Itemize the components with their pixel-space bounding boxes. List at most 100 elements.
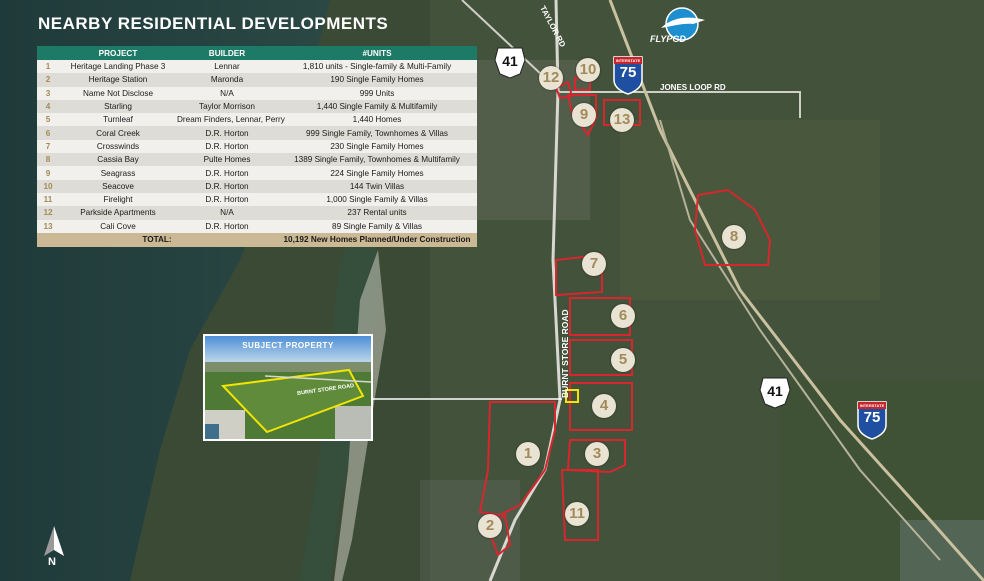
row-builder: D.R. Horton: [205, 128, 249, 138]
row-number: 13: [43, 221, 53, 231]
table-row: 11 Firelight D.R. Horton 1,000 Single Famil…: [37, 192, 477, 207]
row-units: 1,440 Single Family & Multifamily: [316, 102, 438, 112]
row-number: 10: [43, 181, 53, 191]
i75-bottom-number: 75: [863, 409, 881, 426]
table-row: 6 Coral Creek D.R. Horton 999 Single Family…: [37, 126, 477, 140]
row-builder: Pulte Homes: [203, 155, 251, 165]
marker-13[interactable]: 13: [610, 108, 634, 132]
marker-8[interactable]: 8: [722, 225, 746, 249]
table-row: 13 Cali Cove D.R. Horton 89 Single Family &…: [37, 219, 477, 233]
table-body: 1 Heritage Landing Phase 3 Lennar 1,810 uni…: [37, 60, 477, 233]
marker-7[interactable]: 7: [582, 252, 606, 276]
marker-10[interactable]: 10: [576, 58, 600, 82]
marker-2[interactable]: 2: [478, 514, 502, 538]
header-project: PROJECT: [98, 48, 138, 58]
us41-top-number: 41: [502, 53, 518, 69]
row-units: 237 Rental units: [347, 208, 407, 218]
row-builder: D.R. Horton: [205, 221, 249, 231]
row-number: 4: [45, 102, 51, 112]
row-number: 11: [43, 195, 53, 205]
subject-property-inset[interactable]: SUBJECT PROPERTY BURNT STORE ROAD: [203, 334, 373, 441]
marker-12[interactable]: 12: [539, 66, 563, 90]
row-builder: N/A: [220, 208, 234, 218]
developments-table: PROJECT BUILDER #UNITS 1 Heritage Landing…: [37, 46, 477, 247]
table-row: 4 Starling Taylor Morrison 1,440 Single Fam…: [37, 99, 477, 114]
row-number: 6: [45, 128, 51, 138]
table-row: 2 Heritage Station Maronda 190 Single Famil…: [37, 73, 477, 87]
row-number: 9: [45, 168, 51, 178]
header-units: #UNITS: [362, 48, 392, 58]
row-number: 3: [45, 88, 51, 98]
row-units: 144 Twin Villas: [349, 181, 405, 191]
table-row: 12 Parkside Apartments N/A 237 Rental units: [37, 206, 477, 220]
row-number: 5: [45, 115, 51, 125]
table-header: PROJECT BUILDER #UNITS: [37, 46, 477, 60]
flypgd-logo: [661, 7, 705, 41]
row-project: Firelight: [103, 195, 133, 205]
marker-3[interactable]: 3: [585, 442, 609, 466]
row-units: 190 Single Family Homes: [330, 75, 424, 85]
i75-top-word: INTERSTATE: [615, 58, 641, 63]
marker-4[interactable]: 4: [592, 394, 616, 418]
table-total-row: TOTAL: 10,192 New Homes Planned/Under Co…: [37, 232, 477, 247]
row-project: Seagrass: [100, 168, 136, 178]
row-number: 2: [45, 75, 51, 85]
marker-6[interactable]: 6: [611, 304, 635, 328]
row-builder: Dream Finders, Lennar, Perry: [177, 115, 285, 125]
row-units: 230 Single Family Homes: [330, 141, 424, 151]
jones-loop-road-label: JONES LOOP RD: [660, 83, 726, 92]
row-number: 1: [45, 62, 51, 72]
row-number: 7: [45, 141, 51, 151]
header-builder: BUILDER: [208, 48, 246, 58]
row-project: Cali Cove: [100, 221, 136, 231]
table-row: 1 Heritage Landing Phase 3 Lennar 1,810 uni…: [37, 60, 477, 74]
table-row: 8 Cassia Bay Pulte Homes 1389 Single Family…: [37, 153, 477, 167]
row-project: Seacove: [102, 181, 134, 191]
table-row: 3 Name Not Disclose N/A 999 Units: [37, 86, 477, 100]
row-builder: Maronda: [210, 75, 244, 85]
row-units: 1,810 units - Single-family & Multi-Fami…: [302, 62, 452, 72]
marker-9[interactable]: 9: [572, 103, 596, 127]
total-label: TOTAL:: [142, 235, 172, 245]
table-row: 7 Crosswinds D.R. Horton 230 Single Family …: [37, 139, 477, 154]
row-builder: D.R. Horton: [205, 168, 249, 178]
row-units: 89 Single Family & Villas: [332, 221, 422, 231]
marker-1[interactable]: 1: [516, 442, 540, 466]
row-units: 1389 Single Family, Townhomes & Multifam…: [294, 155, 460, 165]
inset-title: SUBJECT PROPERTY: [242, 341, 334, 350]
row-project: Turnleaf: [103, 115, 133, 125]
i75-top-number: 75: [619, 64, 637, 81]
north-label: N: [48, 556, 56, 568]
row-units: 1,000 Single Family & Villas: [326, 195, 428, 205]
row-builder: D.R. Horton: [205, 195, 249, 205]
i75-bottom-word: INTERSTATE: [859, 403, 885, 408]
marker-5[interactable]: 5: [611, 348, 635, 372]
row-units: 224 Single Family Homes: [330, 168, 424, 178]
row-project: Starling: [104, 102, 132, 112]
page-title: NEARBY RESIDENTIAL DEVELOPMENTS: [38, 14, 389, 33]
row-units: 999 Units: [359, 88, 395, 98]
row-project: Heritage Station: [88, 75, 148, 85]
table-row: 9 Seagrass D.R. Horton 224 Single Family Ho…: [37, 166, 477, 180]
row-units: 999 Single Family, Townhomes & Villas: [306, 128, 448, 138]
row-units: 1,440 Homes: [352, 115, 402, 125]
row-project: Cassia Bay: [97, 155, 139, 165]
row-project: Parkside Apartments: [80, 208, 156, 218]
burnt-store-road-label: BURNT STORE ROAD: [560, 309, 570, 398]
row-project: Crosswinds: [96, 141, 140, 151]
row-project: Coral Creek: [96, 128, 140, 138]
row-builder: Taylor Morrison: [199, 102, 255, 112]
us41-bottom-number: 41: [767, 383, 783, 399]
logo-text: FLYPGD: [650, 34, 686, 44]
row-number: 8: [45, 155, 51, 165]
row-project: Heritage Landing Phase 3: [70, 62, 166, 72]
map-stage: NEARBY RESIDENTIAL DEVELOPMENTS PROJECT …: [0, 0, 984, 581]
marker-11[interactable]: 11: [565, 502, 589, 526]
total-value: 10,192 New Homes Planned/Under Construct…: [283, 235, 471, 245]
row-builder: D.R. Horton: [205, 141, 249, 151]
table-row: 10 Seacove D.R. Horton 144 Twin Villas: [37, 179, 477, 193]
row-project: Name Not Disclose: [82, 88, 154, 98]
row-builder: N/A: [220, 88, 234, 98]
row-builder: D.R. Horton: [205, 181, 249, 191]
row-builder: Lennar: [214, 62, 240, 72]
